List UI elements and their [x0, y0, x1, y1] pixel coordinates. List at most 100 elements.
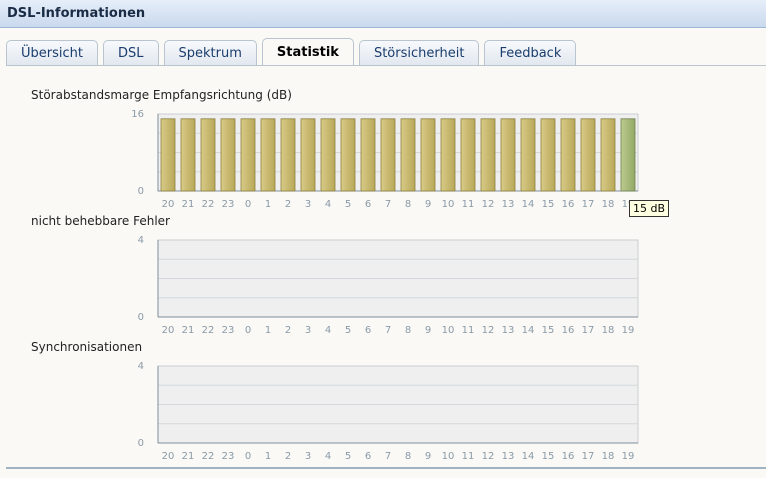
- bar[interactable]: [260, 118, 276, 192]
- x-tick-label: 16: [562, 199, 575, 210]
- chart-title-snr-margin: Störabstandsmarge Empfangsrichtung (dB): [31, 88, 292, 102]
- x-tick-label: 22: [202, 451, 215, 462]
- chart-snr-margin: 01620 21 22 23 0 1 2 3 4 5 6 7 8 9 10 11 12 13 14 15 16 17 18 1…: [131, 109, 639, 210]
- x-tick-label: 14: [522, 325, 535, 336]
- x-tick-label: 10: [442, 199, 455, 210]
- x-tick-label: 5: [345, 325, 351, 336]
- x-tick-label: 17: [582, 199, 595, 210]
- bar[interactable]: [600, 118, 616, 192]
- x-tick-label: 1: [265, 199, 271, 210]
- x-tick-label: 23: [222, 199, 235, 210]
- x-tick-label: 9: [425, 199, 431, 210]
- x-tick-label: 1: [265, 451, 271, 462]
- x-tick-label: 16: [562, 325, 575, 336]
- bar[interactable]: [500, 118, 516, 192]
- x-tick-label: 8: [405, 325, 411, 336]
- x-tick-label: 21: [182, 451, 195, 462]
- bar[interactable]: [280, 118, 296, 192]
- x-tick-label: 18: [602, 325, 615, 336]
- bar[interactable]: [540, 118, 556, 192]
- bar[interactable]: [440, 118, 456, 192]
- x-tick-label: 14: [522, 451, 535, 462]
- tab-spektrum[interactable]: Spektrum: [163, 40, 257, 65]
- x-tick-label: 22: [202, 325, 215, 336]
- x-tick-label: 5: [345, 199, 351, 210]
- x-tick-label: 11: [462, 199, 475, 210]
- y-tick-label: 4: [138, 361, 144, 372]
- x-tick-label: 2: [285, 451, 291, 462]
- bar[interactable]: [360, 118, 376, 192]
- x-tick-label: 10: [442, 325, 455, 336]
- bar[interactable]: [380, 118, 396, 192]
- x-tick-label: 22: [202, 199, 215, 210]
- bar[interactable]: [160, 118, 176, 192]
- x-tick-label: 13: [502, 199, 515, 210]
- bar[interactable]: [460, 118, 476, 192]
- x-tick-label: 7: [385, 199, 391, 210]
- bar[interactable]: [620, 118, 636, 192]
- tab-divider: [6, 65, 766, 66]
- tab-uebersicht[interactable]: Übersicht: [6, 40, 98, 65]
- bar-tooltip: 15 dB: [629, 200, 670, 217]
- x-tick-label: 12: [482, 451, 495, 462]
- x-tick-label: 20: [162, 199, 175, 210]
- bar[interactable]: [220, 118, 236, 192]
- x-tick-label: 23: [222, 451, 235, 462]
- x-tick-label: 6: [365, 325, 371, 336]
- x-tick-label: 3: [305, 199, 311, 210]
- window-title: DSL-Informationen: [7, 6, 146, 21]
- bar[interactable]: [340, 118, 356, 192]
- x-tick-label: 3: [305, 451, 311, 462]
- x-tick-label: 13: [502, 325, 515, 336]
- x-tick-label: 12: [482, 199, 495, 210]
- bottom-divider: [6, 467, 766, 469]
- bar[interactable]: [300, 118, 316, 192]
- bar[interactable]: [520, 118, 536, 192]
- x-tick-label: 0: [245, 451, 251, 462]
- x-tick-label: 1: [265, 325, 271, 336]
- tab-bar: Übersicht DSL Spektrum Statistik Störsic…: [6, 38, 577, 66]
- x-tick-label: 8: [405, 199, 411, 210]
- x-tick-label: 17: [582, 451, 595, 462]
- bar[interactable]: [480, 118, 496, 192]
- x-tick-label: 9: [425, 451, 431, 462]
- tab-feedback[interactable]: Feedback: [484, 40, 577, 65]
- bar[interactable]: [320, 118, 336, 192]
- x-tick-label: 10: [442, 451, 455, 462]
- tab-statistik[interactable]: Statistik: [261, 38, 354, 66]
- y-tick-label: 0: [138, 312, 144, 323]
- x-tick-label: 20: [162, 451, 175, 462]
- bar[interactable]: [560, 118, 576, 192]
- x-tick-label: 15: [542, 325, 555, 336]
- x-tick-label: 0: [245, 199, 251, 210]
- chart-title-uncorrectable-errors: nicht behebbare Fehler: [31, 214, 170, 228]
- bar[interactable]: [200, 118, 216, 192]
- window-titlebar: DSL-Informationen: [0, 0, 766, 28]
- bar[interactable]: [400, 118, 416, 192]
- x-tick-label: 13: [502, 451, 515, 462]
- x-tick-label: 18: [602, 451, 615, 462]
- x-tick-label: 12: [482, 325, 495, 336]
- y-tick-label: 0: [138, 438, 144, 449]
- y-tick-label: 16: [131, 109, 144, 120]
- x-tick-label: 9: [425, 325, 431, 336]
- bar[interactable]: [240, 118, 256, 192]
- chart-title-resyncs: Synchronisationen: [31, 340, 143, 354]
- tab-stoersicherheit[interactable]: Störsicherheit: [358, 40, 480, 65]
- x-tick-label: 6: [365, 451, 371, 462]
- bar[interactable]: [580, 118, 596, 192]
- x-tick-label: 7: [385, 451, 391, 462]
- x-tick-label: 8: [405, 451, 411, 462]
- x-tick-label: 18: [602, 199, 615, 210]
- x-tick-label: 2: [285, 325, 291, 336]
- bar[interactable]: [180, 118, 196, 192]
- x-tick-label: 0: [245, 325, 251, 336]
- x-tick-label: 19: [622, 451, 635, 462]
- x-tick-label: 21: [182, 199, 195, 210]
- x-tick-label: 21: [182, 325, 195, 336]
- x-tick-label: 7: [385, 325, 391, 336]
- tab-dsl[interactable]: DSL: [102, 40, 159, 65]
- x-tick-label: 14: [522, 199, 535, 210]
- bar[interactable]: [420, 118, 436, 192]
- x-tick-label: 16: [562, 451, 575, 462]
